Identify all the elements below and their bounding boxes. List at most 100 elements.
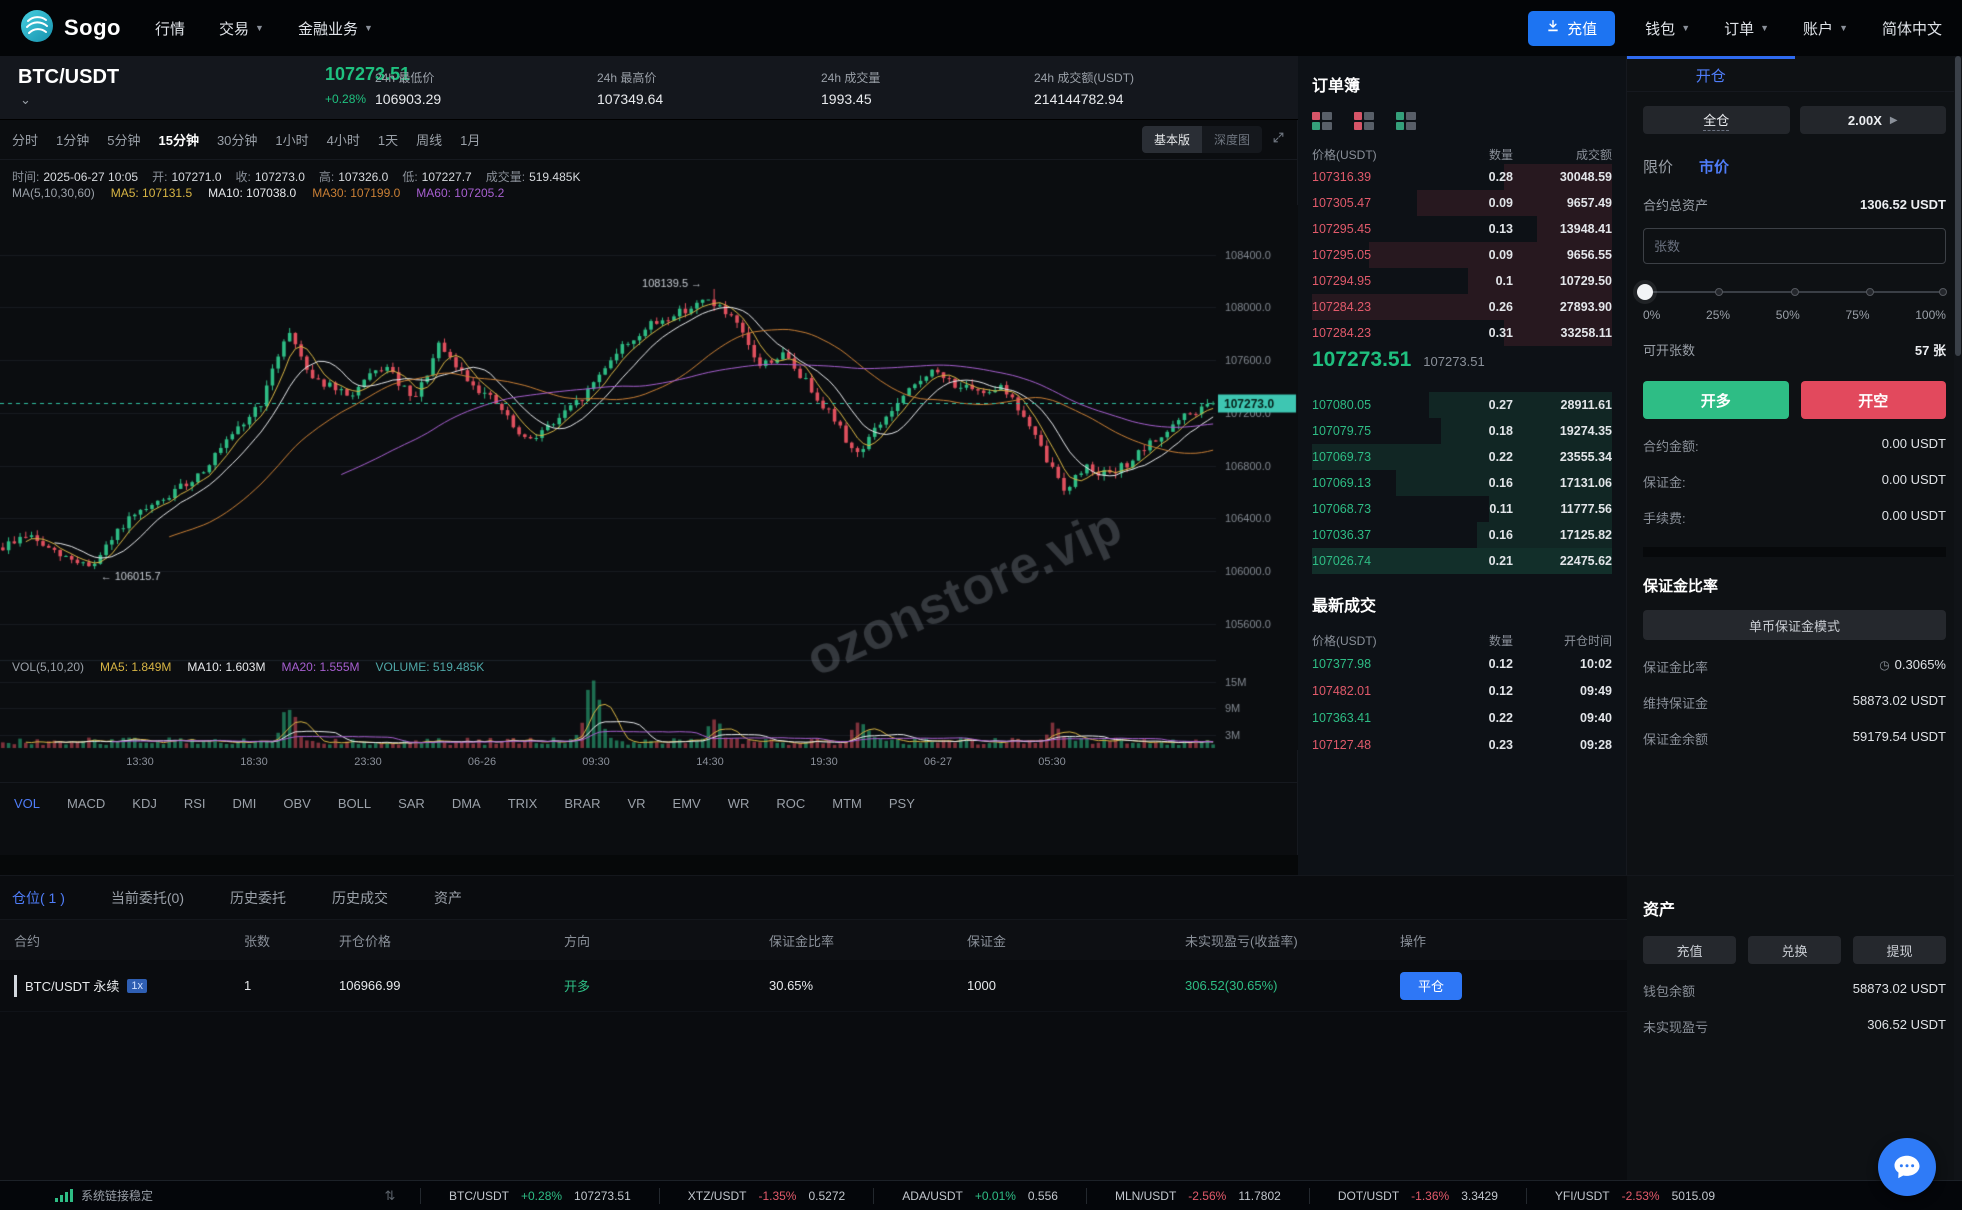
slider-dot-50[interactable] <box>1791 288 1799 296</box>
brand[interactable]: Sogo <box>20 9 121 48</box>
page-scrollbar[interactable] <box>1954 56 1962 1180</box>
orderbook-ask-row[interactable]: 107294.950.110729.50 <box>1312 268 1612 294</box>
indicator-rsi[interactable]: RSI <box>184 796 206 811</box>
pair-chevron-down-icon[interactable]: ⌄ <box>20 92 31 108</box>
nav-item-账户[interactable]: 账户▼ <box>1803 18 1848 39</box>
asset-button-充值[interactable]: 充值 <box>1643 936 1736 964</box>
tab-open-position[interactable]: 开仓 <box>1627 56 1795 91</box>
mini-ticker-DOT/USDT[interactable]: DOT/USDT-1.36%3.3429 <box>1309 1188 1526 1204</box>
indicator-vr[interactable]: VR <box>627 796 645 811</box>
indicator-brar[interactable]: BRAR <box>564 796 600 811</box>
scrollbar-thumb[interactable] <box>1955 56 1961 356</box>
asset-button-提现[interactable]: 提现 <box>1853 936 1946 964</box>
indicator-obv[interactable]: OBV <box>283 796 310 811</box>
orderbook-bid-row[interactable]: 107069.130.1617131.06 <box>1312 470 1612 496</box>
swap-arrows-icon[interactable]: ⇅ <box>360 1188 420 1204</box>
positions-tab-历史成交[interactable]: 历史成交 <box>332 888 388 908</box>
slider-dot-100[interactable] <box>1939 288 1947 296</box>
indicator-sar[interactable]: SAR <box>398 796 425 811</box>
mini-ticker-MLN/USDT[interactable]: MLN/USDT-2.56%11.7802 <box>1086 1188 1309 1204</box>
slider-dot-25[interactable] <box>1715 288 1723 296</box>
indicator-wr[interactable]: WR <box>728 796 750 811</box>
indicator-mtm[interactable]: MTM <box>832 796 862 811</box>
timeframe-5分钟[interactable]: 5分钟 <box>107 130 140 149</box>
tab-market-order[interactable]: 市价 <box>1699 156 1729 177</box>
mini-ticker-XTZ/USDT[interactable]: XTZ/USDT-1.35%0.5272 <box>659 1188 873 1204</box>
assets-title: 资产 <box>1643 896 1946 920</box>
timeframe-1天[interactable]: 1天 <box>378 130 398 149</box>
price: 107069.73 <box>1312 450 1432 464</box>
orderbook-ask-row[interactable]: 107284.230.2627893.90 <box>1312 294 1612 320</box>
indicator-psy[interactable]: PSY <box>889 796 915 811</box>
asset-button-兑换[interactable]: 兑换 <box>1748 936 1841 964</box>
timeframe-1月[interactable]: 1月 <box>460 130 480 149</box>
mini-ticker-ADA/USDT[interactable]: ADA/USDT+0.01%0.556 <box>873 1188 1086 1204</box>
positions-tab-资产[interactable]: 资产 <box>434 888 462 908</box>
nav-item-钱包[interactable]: 钱包▼ <box>1645 18 1690 39</box>
indicator-boll[interactable]: BOLL <box>338 796 371 811</box>
nav-item-订单[interactable]: 订单▼ <box>1724 18 1769 39</box>
positions-tab-当前委托(0)[interactable]: 当前委托(0) <box>111 888 184 908</box>
orderbook-bid-row[interactable]: 107069.730.2223555.34 <box>1312 444 1612 470</box>
positions-tab-仓位( 1 )[interactable]: 仓位( 1 ) <box>12 888 65 908</box>
indicator-trix[interactable]: TRIX <box>508 796 538 811</box>
open-long-button[interactable]: 开多 <box>1643 381 1789 419</box>
timeframe-15分钟[interactable]: 15分钟 <box>158 130 198 149</box>
slider-dot-75[interactable] <box>1866 288 1874 296</box>
mini-ticker-BTC/USDT[interactable]: BTC/USDT+0.28%107273.51 <box>420 1188 659 1204</box>
book-view-bids-icon[interactable] <box>1396 112 1418 130</box>
nav-item-行情[interactable]: 行情 <box>155 18 185 39</box>
mini-ticker-YFI/USDT[interactable]: YFI/USDT-2.53%5015.09 <box>1526 1188 1743 1204</box>
orderbook-bid-row[interactable]: 107036.370.1617125.82 <box>1312 522 1612 548</box>
quantity-input[interactable] <box>1643 228 1946 264</box>
trade-time: 09:40 <box>1513 711 1612 725</box>
orderbook-bid-row[interactable]: 107068.730.1111777.56 <box>1312 496 1612 522</box>
pair-symbol[interactable]: BTC/USDT <box>18 66 119 89</box>
nav-item-金融业务[interactable]: 金融业务▼ <box>298 18 373 39</box>
orderbook-bid-row[interactable]: 107080.050.2728911.61 <box>1312 392 1612 418</box>
margin-mode-button[interactable]: 全仓 <box>1643 106 1790 134</box>
timeframe-30分钟[interactable]: 30分钟 <box>217 130 257 149</box>
summary-value: 0.00 USDT <box>1882 436 1946 455</box>
book-view-asks-icon[interactable] <box>1354 112 1376 130</box>
indicator-roc[interactable]: ROC <box>776 796 805 811</box>
book-view-both-icon[interactable] <box>1312 112 1334 130</box>
orderbook-ask-row[interactable]: 107284.230.3133258.11 <box>1312 320 1612 346</box>
view-basic-tab[interactable]: 基本版 <box>1142 126 1202 153</box>
timeframe-分时[interactable]: 分时 <box>12 130 38 149</box>
view-depth-tab[interactable]: 深度图 <box>1202 126 1262 153</box>
indicator-macd[interactable]: MACD <box>67 796 105 811</box>
total: 22475.62 <box>1513 554 1612 568</box>
timeframe-4小时[interactable]: 4小时 <box>327 130 360 149</box>
nav-item-简体中文[interactable]: 简体中文 <box>1882 18 1942 39</box>
expand-icon[interactable] <box>1272 131 1285 149</box>
ma-item: MA5: 107131.5 <box>111 186 192 200</box>
positions-tab-历史委托[interactable]: 历史委托 <box>230 888 286 908</box>
timeframe-周线[interactable]: 周线 <box>416 130 442 149</box>
orderbook-ask-row[interactable]: 107316.390.2830048.59 <box>1312 164 1612 190</box>
quantity-slider[interactable] <box>1643 284 1946 300</box>
indicator-emv[interactable]: EMV <box>673 796 701 811</box>
single-coin-margin-mode-button[interactable]: 单币保证金模式 <box>1643 610 1946 640</box>
slider-thumb[interactable] <box>1637 284 1653 300</box>
indicator-kdj[interactable]: KDJ <box>132 796 157 811</box>
nav-item-交易[interactable]: 交易▼ <box>219 18 264 39</box>
orderbook-ask-row[interactable]: 107305.470.099657.49 <box>1312 190 1612 216</box>
tab-limit-order[interactable]: 限价 <box>1643 156 1673 177</box>
price: 107284.23 <box>1312 326 1432 340</box>
leverage-button[interactable]: 2.00X ▶ <box>1800 106 1947 134</box>
indicator-dmi[interactable]: DMI <box>233 796 257 811</box>
total: 33258.11 <box>1513 326 1612 340</box>
orderbook-ask-row[interactable]: 107295.050.099656.55 <box>1312 242 1612 268</box>
orderbook-ask-row[interactable]: 107295.450.1313948.41 <box>1312 216 1612 242</box>
timeframe-1小时[interactable]: 1小时 <box>275 130 308 149</box>
orderbook-bid-row[interactable]: 107079.750.1819274.35 <box>1312 418 1612 444</box>
customer-support-chat-button[interactable] <box>1878 1138 1936 1196</box>
indicator-vol[interactable]: VOL <box>14 796 40 811</box>
timeframe-1分钟[interactable]: 1分钟 <box>56 130 89 149</box>
indicator-dma[interactable]: DMA <box>452 796 481 811</box>
orderbook-bid-row[interactable]: 107026.740.2122475.62 <box>1312 548 1612 574</box>
close-position-button[interactable]: 平仓 <box>1400 972 1462 1000</box>
deposit-button[interactable]: 充值 <box>1528 11 1615 46</box>
open-short-button[interactable]: 开空 <box>1801 381 1947 419</box>
